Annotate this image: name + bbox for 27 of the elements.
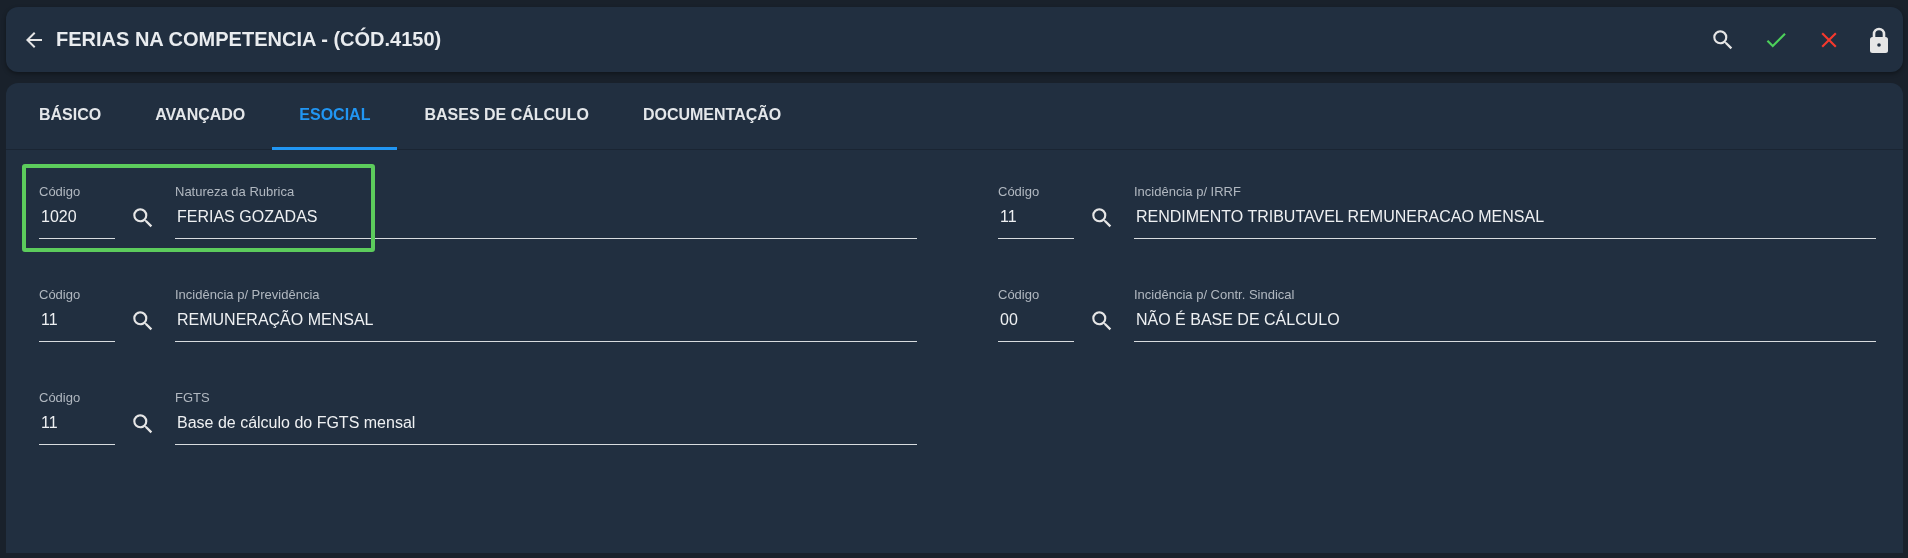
tab[interactable]: ESOCIAL <box>272 83 398 150</box>
tab[interactable]: BASES DE CÁLCULO <box>397 83 616 150</box>
field-label: Código <box>39 287 82 302</box>
field-label: Incidência p/ Contr. Sindical <box>1134 287 1296 302</box>
tab[interactable]: DOCUMENTAÇÃO <box>615 83 809 150</box>
description-field[interactable]: FERIAS GOZADAS <box>175 207 917 239</box>
code-field[interactable]: 1020 <box>39 207 115 239</box>
field-label: Incidência p/ Previdência <box>175 287 321 302</box>
tab[interactable]: AVANÇADO <box>128 83 273 150</box>
description-field[interactable]: REMUNERAÇÃO MENSAL <box>175 310 917 342</box>
field-label: Natureza da Rubrica <box>175 184 296 199</box>
code-field[interactable]: 11 <box>39 310 115 342</box>
description-field[interactable]: NÃO É BASE DE CÁLCULO <box>1134 310 1876 342</box>
code-field[interactable]: 00 <box>998 310 1074 342</box>
code-field[interactable]: 11 <box>39 413 115 445</box>
field-label: Código <box>998 184 1041 199</box>
field-label: Código <box>998 287 1041 302</box>
description-field[interactable]: RENDIMENTO TRIBUTAVEL REMUNERACAO MENSAL <box>1134 207 1876 239</box>
field-label: Incidência p/ IRRF <box>1134 184 1242 199</box>
description-field[interactable]: Base de cálculo do FGTS mensal <box>175 413 917 445</box>
page-title: FERIAS NA COMPETENCIA - (CÓD.4150) <box>56 28 443 51</box>
tab[interactable]: BÁSICO <box>12 83 129 150</box>
field-label: FGTS <box>175 390 211 405</box>
code-field[interactable]: 11 <box>998 207 1074 239</box>
field-label: Código <box>39 390 82 405</box>
lock-icon[interactable] <box>1869 25 1889 54</box>
field-label: Código <box>39 184 82 199</box>
